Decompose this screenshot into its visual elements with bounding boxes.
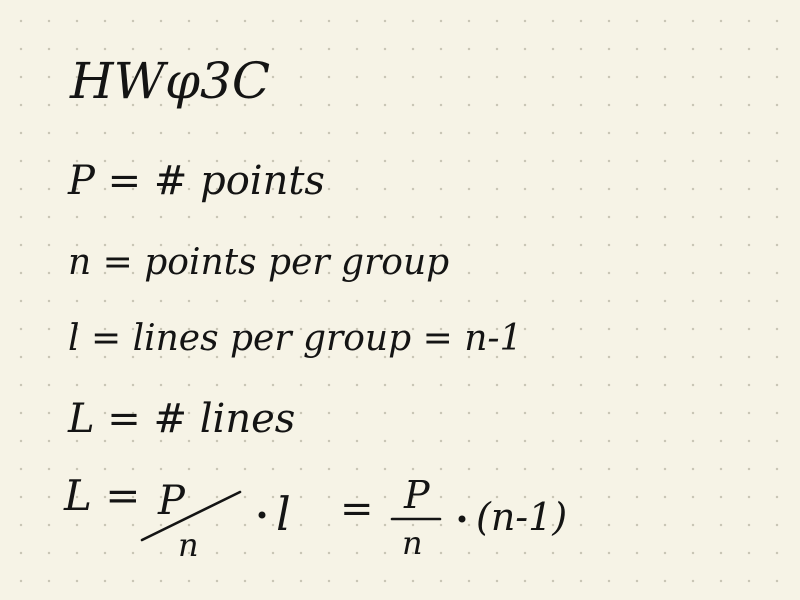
fraction-2-denominator: n — [402, 524, 423, 562]
definition-line-points-per-group: n = points per group — [68, 242, 449, 283]
definition-line-lines: L = # lines — [67, 396, 295, 442]
fraction-1-denominator: n — [178, 526, 199, 564]
equation-tail: (n-1) — [476, 495, 567, 539]
handwritten-note-canvas: HWφ3C P = # points n = points per group … — [63, 52, 567, 564]
lines-per-group-symbol: l — [276, 487, 291, 541]
fraction-2-numerator: P — [403, 473, 431, 517]
note-title: HWφ3C — [69, 52, 270, 110]
equals-sign: = — [340, 486, 374, 532]
definition-line-points: P = # points — [67, 158, 325, 204]
definition-line-lines-per-group: l = lines per group = n-1 — [68, 318, 522, 359]
equation-lhs: L = — [63, 471, 140, 520]
multiply-dot-2 — [458, 515, 466, 523]
fraction-1-numerator: P — [157, 478, 186, 524]
multiply-dot-1 — [258, 511, 266, 519]
equation-row: L = P n l = P n (n-1) — [63, 471, 567, 564]
